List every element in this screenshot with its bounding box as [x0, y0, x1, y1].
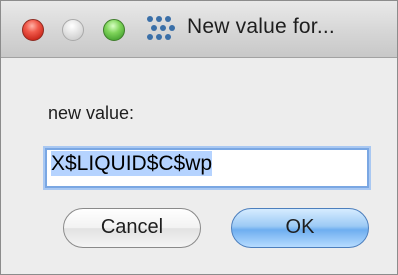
app-icon: [147, 16, 175, 42]
ok-button[interactable]: OK: [231, 208, 369, 248]
title-bar[interactable]: New value for...: [1, 1, 397, 58]
selected-value-text: X$LIQUID$C$wp: [51, 151, 213, 176]
new-value-input[interactable]: X$LIQUID$C$wp: [45, 148, 369, 188]
zoom-window-button[interactable]: [103, 19, 125, 41]
dialog-window: New value for... new value: X$LIQUID$C$w…: [0, 0, 398, 275]
minimize-window-button[interactable]: [62, 19, 84, 41]
window-title: New value for...: [187, 15, 335, 38]
prompt-label: new value:: [48, 103, 135, 123]
cancel-button[interactable]: Cancel: [63, 208, 201, 248]
close-window-button[interactable]: [22, 19, 44, 41]
